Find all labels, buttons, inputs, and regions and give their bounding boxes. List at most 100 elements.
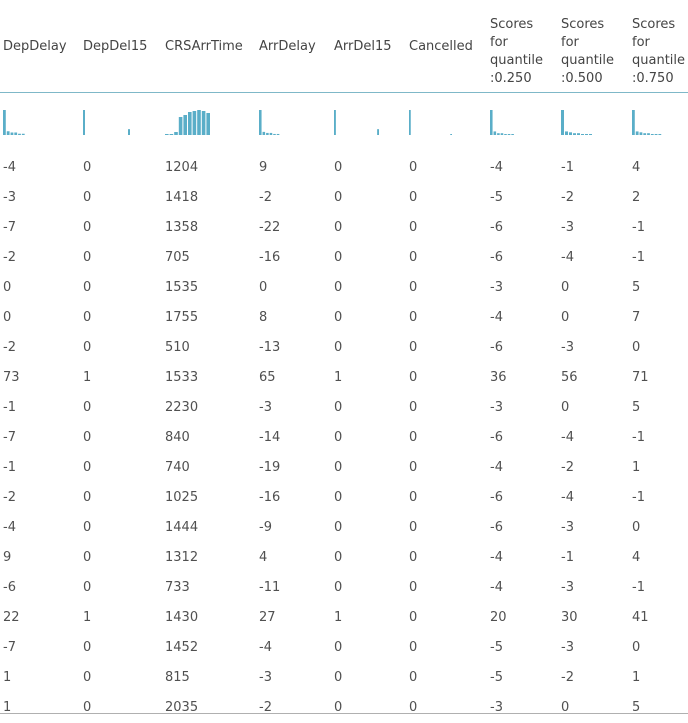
cell-crsarrtime[interactable]: 510 xyxy=(165,339,190,357)
cell-arrdelay[interactable]: -16 xyxy=(259,249,280,267)
cell-depdelay[interactable]: -2 xyxy=(3,249,16,267)
column-header-q500[interactable]: Scores for quantile :0.500 xyxy=(561,16,629,88)
cell-crsarrtime[interactable]: 2230 xyxy=(165,399,198,417)
cell-arrdel15[interactable]: 0 xyxy=(334,279,342,297)
cell-arrdel15[interactable]: 0 xyxy=(334,339,342,357)
cell-depdel15[interactable]: 0 xyxy=(83,279,91,297)
cell-crsarrtime[interactable]: 1444 xyxy=(165,519,198,537)
cell-q750[interactable]: 5 xyxy=(632,399,640,417)
cell-arrdelay[interactable]: 27 xyxy=(259,609,276,627)
cell-arrdel15[interactable]: 0 xyxy=(334,549,342,567)
cell-depdel15[interactable]: 0 xyxy=(83,339,91,357)
cell-cancelled[interactable]: 0 xyxy=(409,369,417,387)
cell-crsarrtime[interactable]: 740 xyxy=(165,459,190,477)
cell-cancelled[interactable]: 0 xyxy=(409,549,417,567)
cell-q750[interactable]: 5 xyxy=(632,699,640,717)
column-histogram-depdelay[interactable] xyxy=(3,109,37,135)
cell-depdelay[interactable]: -6 xyxy=(3,579,16,597)
cell-cancelled[interactable]: 0 xyxy=(409,669,417,687)
cell-depdelay[interactable]: -4 xyxy=(3,519,16,537)
cell-depdelay[interactable]: -7 xyxy=(3,429,16,447)
cell-arrdelay[interactable]: -2 xyxy=(259,699,272,717)
cell-crsarrtime[interactable]: 1418 xyxy=(165,189,198,207)
cell-q500[interactable]: -3 xyxy=(561,519,574,537)
cell-q750[interactable]: 1 xyxy=(632,459,640,477)
cell-q750[interactable]: 4 xyxy=(632,159,640,177)
cell-depdel15[interactable]: 0 xyxy=(83,219,91,237)
cell-cancelled[interactable]: 0 xyxy=(409,159,417,177)
cell-cancelled[interactable]: 0 xyxy=(409,489,417,507)
cell-arrdelay[interactable]: -16 xyxy=(259,489,280,507)
cell-crsarrtime[interactable]: 1025 xyxy=(165,489,198,507)
column-header-cancelled[interactable]: Cancelled xyxy=(409,38,485,56)
cell-arrdelay[interactable]: 0 xyxy=(259,279,267,297)
cell-depdelay[interactable]: -3 xyxy=(3,189,16,207)
cell-q500[interactable]: 0 xyxy=(561,399,569,417)
cell-q750[interactable]: -1 xyxy=(632,489,645,507)
cell-q500[interactable]: -1 xyxy=(561,159,574,177)
cell-q250[interactable]: -4 xyxy=(490,579,503,597)
cell-cancelled[interactable]: 0 xyxy=(409,699,417,717)
cell-q750[interactable]: 0 xyxy=(632,339,640,357)
cell-crsarrtime[interactable]: 1204 xyxy=(165,159,198,177)
cell-crsarrtime[interactable]: 1430 xyxy=(165,609,198,627)
cell-arrdelay[interactable]: -13 xyxy=(259,339,280,357)
cell-arrdel15[interactable]: 0 xyxy=(334,669,342,687)
cell-q500[interactable]: -4 xyxy=(561,249,574,267)
cell-depdel15[interactable]: 0 xyxy=(83,549,91,567)
cell-cancelled[interactable]: 0 xyxy=(409,339,417,357)
cell-q750[interactable]: 1 xyxy=(632,669,640,687)
cell-q250[interactable]: -5 xyxy=(490,189,503,207)
cell-cancelled[interactable]: 0 xyxy=(409,279,417,297)
cell-q250[interactable]: 20 xyxy=(490,609,507,627)
cell-arrdel15[interactable]: 0 xyxy=(334,489,342,507)
cell-depdelay[interactable]: -1 xyxy=(3,399,16,417)
cell-depdel15[interactable]: 0 xyxy=(83,459,91,477)
cell-q750[interactable]: -1 xyxy=(632,249,645,267)
cell-arrdelay[interactable]: 8 xyxy=(259,309,267,327)
column-header-crsarrtime[interactable]: CRSArrTime xyxy=(165,38,255,56)
column-histogram-depdel15[interactable] xyxy=(83,109,131,135)
cell-arrdelay[interactable]: -19 xyxy=(259,459,280,477)
cell-q500[interactable]: -2 xyxy=(561,189,574,207)
cell-depdel15[interactable]: 0 xyxy=(83,189,91,207)
cell-depdelay[interactable]: -7 xyxy=(3,219,16,237)
cell-crsarrtime[interactable]: 1358 xyxy=(165,219,198,237)
cell-q750[interactable]: 4 xyxy=(632,549,640,567)
cell-depdel15[interactable]: 1 xyxy=(83,609,91,627)
cell-arrdel15[interactable]: 0 xyxy=(334,399,342,417)
cell-q500[interactable]: -2 xyxy=(561,669,574,687)
column-header-q750[interactable]: Scores for quantile :0.750 xyxy=(632,16,688,88)
cell-arrdelay[interactable]: -9 xyxy=(259,519,272,537)
cell-arrdelay[interactable]: -3 xyxy=(259,669,272,687)
cell-depdelay[interactable]: 0 xyxy=(3,309,11,327)
cell-q250[interactable]: -6 xyxy=(490,339,503,357)
cell-q750[interactable]: 0 xyxy=(632,519,640,537)
cell-cancelled[interactable]: 0 xyxy=(409,189,417,207)
cell-depdel15[interactable]: 0 xyxy=(83,669,91,687)
cell-depdel15[interactable]: 0 xyxy=(83,579,91,597)
cell-q750[interactable]: 5 xyxy=(632,279,640,297)
cell-arrdelay[interactable]: -4 xyxy=(259,639,272,657)
cell-arrdel15[interactable]: 0 xyxy=(334,519,342,537)
cell-depdel15[interactable]: 0 xyxy=(83,249,91,267)
cell-crsarrtime[interactable]: 2035 xyxy=(165,699,198,717)
cell-q250[interactable]: -5 xyxy=(490,639,503,657)
cell-arrdelay[interactable]: -14 xyxy=(259,429,280,447)
cell-depdel15[interactable]: 0 xyxy=(83,699,91,717)
cell-cancelled[interactable]: 0 xyxy=(409,459,417,477)
cell-crsarrtime[interactable]: 705 xyxy=(165,249,190,267)
cell-depdelay[interactable]: -2 xyxy=(3,489,16,507)
cell-crsarrtime[interactable]: 1755 xyxy=(165,309,198,327)
cell-q500[interactable]: 30 xyxy=(561,609,578,627)
cell-arrdel15[interactable]: 1 xyxy=(334,609,342,627)
cell-q500[interactable]: -4 xyxy=(561,489,574,507)
cell-cancelled[interactable]: 0 xyxy=(409,249,417,267)
cell-arrdelay[interactable]: -11 xyxy=(259,579,280,597)
cell-cancelled[interactable]: 0 xyxy=(409,309,417,327)
cell-q250[interactable]: -6 xyxy=(490,519,503,537)
cell-depdel15[interactable]: 0 xyxy=(83,489,91,507)
cell-depdel15[interactable]: 0 xyxy=(83,159,91,177)
cell-arrdel15[interactable]: 0 xyxy=(334,219,342,237)
cell-crsarrtime[interactable]: 815 xyxy=(165,669,190,687)
